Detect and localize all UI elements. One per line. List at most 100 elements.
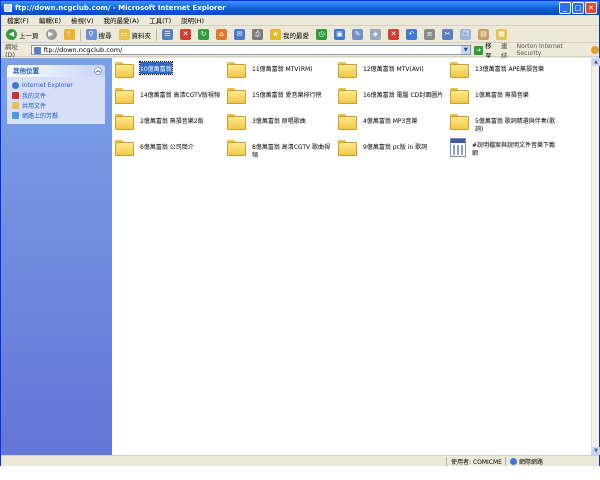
file-item[interactable]: 9億萬富翁 pc版 in 歌詞 xyxy=(338,140,448,156)
favorites-label: 我的最愛 xyxy=(283,31,309,40)
other-places-header[interactable]: 其他位置 ︽ xyxy=(7,65,105,77)
file-item[interactable]: 6億萬富翁 公司簡介 xyxy=(115,140,225,156)
ftp-site-icon xyxy=(33,47,41,54)
file-item[interactable]: 8億萬富翁 高清CGTV 歌曲視頻 xyxy=(227,140,337,160)
scissors-icon: ✂ xyxy=(442,29,453,40)
menu-edit[interactable]: 編輯(E) xyxy=(39,15,61,25)
go-button[interactable]: ➜ 移至 xyxy=(474,40,498,60)
mail-button[interactable]: ✉ xyxy=(232,28,247,41)
file-name: 15億萬富翁 愛音樂排行榜 xyxy=(252,92,322,99)
other-places-list: Internet Explorer 我的文件 共用文件 網路上的芳鄰 xyxy=(7,77,105,124)
file-item[interactable]: 14億萬富翁 高清CGTV版視頻 xyxy=(115,88,225,104)
up-folder-button[interactable]: ↑ xyxy=(62,28,77,41)
file-item[interactable]: 10億萬富翁 xyxy=(115,61,225,78)
file-item[interactable]: 2億萬富翁 無損音樂2版 xyxy=(115,114,225,130)
undo-icon: ↶ xyxy=(406,29,417,40)
file-item[interactable]: #說明檔案與說明文件音樂下載網 xyxy=(450,138,560,158)
file-item[interactable]: 11億萬富翁 MTV(RM) xyxy=(227,62,337,78)
file-item[interactable]: 4億萬富翁 MP3音樂 xyxy=(338,114,448,130)
search-button[interactable]: ⚲ 搜尋 xyxy=(84,28,114,41)
file-item[interactable]: 12億萬富翁 MTV(AVI) xyxy=(338,62,448,78)
file-item[interactable]: 16億萬富翁 電腦 CD封面圖片 xyxy=(338,88,448,104)
file-name: 9億萬富翁 pc版 in 歌詞 xyxy=(363,144,428,151)
folder-icon xyxy=(450,62,469,78)
file-name: 13億萬富翁 APE無損音樂 xyxy=(475,66,545,73)
forward-button[interactable]: ▶ xyxy=(44,28,59,41)
discuss-button[interactable]: ◈ xyxy=(368,28,383,41)
folders-label: 資料夾 xyxy=(131,31,152,40)
folder-icon xyxy=(115,88,134,104)
status-zone-label: 網際網路 xyxy=(519,459,544,466)
menu-tools[interactable]: 工具(T) xyxy=(149,15,171,25)
file-item[interactable]: 3億萬富翁 原唱歌曲 xyxy=(227,114,337,130)
file-item[interactable]: 15億萬富翁 愛音樂排行榜 xyxy=(227,88,337,104)
views-icon: ☰ xyxy=(162,29,173,40)
search-icon: ⚲ xyxy=(85,29,97,40)
go-arrow-icon: ➜ xyxy=(474,45,484,55)
address-input[interactable]: ftp://down.ncgclub.com/ ▼ xyxy=(30,45,472,55)
cut-button[interactable]: ✂ xyxy=(440,28,455,41)
maximize-button[interactable]: □ xyxy=(572,2,584,14)
folder-icon xyxy=(338,62,357,78)
menu-bar: 檔案(F) 編輯(E) 檢視(V) 我的最愛(A) 工具(T) 說明(H) xyxy=(1,15,599,26)
document-icon xyxy=(450,138,466,157)
menu-favorites[interactable]: 我的最愛(A) xyxy=(104,15,140,25)
back-button[interactable]: ◀ 上一頁 xyxy=(4,28,41,41)
file-name: 10億萬富翁 xyxy=(139,61,173,75)
file-item[interactable]: 13億萬富翁 APE無損音樂 xyxy=(450,62,560,78)
network-icon xyxy=(12,111,19,119)
title-bar[interactable]: ftp://down.ncgclub.com/ - Microsoft Inte… xyxy=(1,1,599,15)
norton-toolbar-label[interactable]: Norton Internet Security xyxy=(517,43,589,57)
file-name: 4億萬富翁 MP3音樂 xyxy=(363,118,418,125)
delete-button[interactable]: ✕ xyxy=(386,28,401,41)
home-icon: ⌂ xyxy=(216,29,227,40)
views-button[interactable]: ☰ xyxy=(160,28,175,41)
vertical-scrollbar[interactable]: ▲ ▼ xyxy=(591,58,600,455)
copy-button[interactable]: ❐ xyxy=(458,28,473,41)
edit-icon: ✎ xyxy=(352,29,363,40)
stop-button[interactable]: ✕ xyxy=(178,28,193,41)
folder-icon xyxy=(227,140,246,156)
address-value: ftp://down.ncgclub.com/ xyxy=(43,46,123,54)
menu-file[interactable]: 檔案(F) xyxy=(7,15,29,25)
sidebar-item-network-places[interactable]: 網路上的芳鄰 xyxy=(12,110,100,120)
close-button[interactable]: ✕ xyxy=(585,2,597,14)
folders-button[interactable]: ▭ 資料夾 xyxy=(117,28,154,41)
sidebar-item-shared-documents[interactable]: 共用文件 xyxy=(12,100,100,110)
forward-arrow-icon: ▶ xyxy=(45,29,57,40)
collapse-chevron-icon[interactable]: ︽ xyxy=(94,67,102,75)
file-name: 11億萬富翁 MTV(RM) xyxy=(252,66,313,73)
menu-help[interactable]: 說明(H) xyxy=(181,15,204,25)
minimize-button[interactable]: _ xyxy=(559,2,571,14)
properties-button[interactable]: ≡ xyxy=(422,28,437,41)
star-icon: ★ xyxy=(270,29,281,40)
folder-icon xyxy=(227,62,246,78)
menu-view[interactable]: 檢視(V) xyxy=(71,15,94,25)
sidebar-item-my-documents[interactable]: 我的文件 xyxy=(12,90,100,100)
address-dropdown-icon[interactable]: ▼ xyxy=(461,46,471,54)
links-button[interactable]: 連結 xyxy=(501,40,514,60)
sidebar-item-label: 共用文件 xyxy=(22,102,47,110)
file-item[interactable]: 1億萬富翁 無損音樂 xyxy=(450,88,560,104)
folder-icon xyxy=(338,140,357,156)
copy-icon: ❐ xyxy=(460,29,471,40)
paste-icon: ▤ xyxy=(478,29,489,40)
print-button[interactable]: ⎙ xyxy=(250,28,265,41)
shared-folder-icon xyxy=(12,101,19,109)
favorites-button[interactable]: ★ 我的最愛 xyxy=(268,28,311,41)
history-icon: ◷ xyxy=(316,29,327,40)
stop-icon: ✕ xyxy=(180,29,191,40)
file-item[interactable]: 5億萬富翁 歌詞精選與伴奏(歌詞) xyxy=(450,114,560,134)
history-button[interactable]: ◷ xyxy=(314,28,329,41)
edit-button[interactable]: ✎ xyxy=(350,28,365,41)
home-button[interactable]: ⌂ xyxy=(214,28,229,41)
norton-icon[interactable] xyxy=(591,46,600,54)
sidebar-item-internet-explorer[interactable]: Internet Explorer xyxy=(12,80,100,90)
refresh-button[interactable]: ↻ xyxy=(196,28,211,41)
window-title: ftp://down.ncgclub.com/ - Microsoft Inte… xyxy=(15,4,226,12)
file-list-pane[interactable]: 10億萬富翁 11億萬富翁 MTV(RM) 12億萬富翁 MTV(AVI) 13… xyxy=(112,58,591,455)
undo-button[interactable]: ↶ xyxy=(404,28,419,41)
media-button[interactable]: ▣ xyxy=(332,28,347,41)
scroll-up-icon[interactable]: ▲ xyxy=(592,58,600,66)
scroll-down-icon[interactable]: ▼ xyxy=(592,447,600,455)
